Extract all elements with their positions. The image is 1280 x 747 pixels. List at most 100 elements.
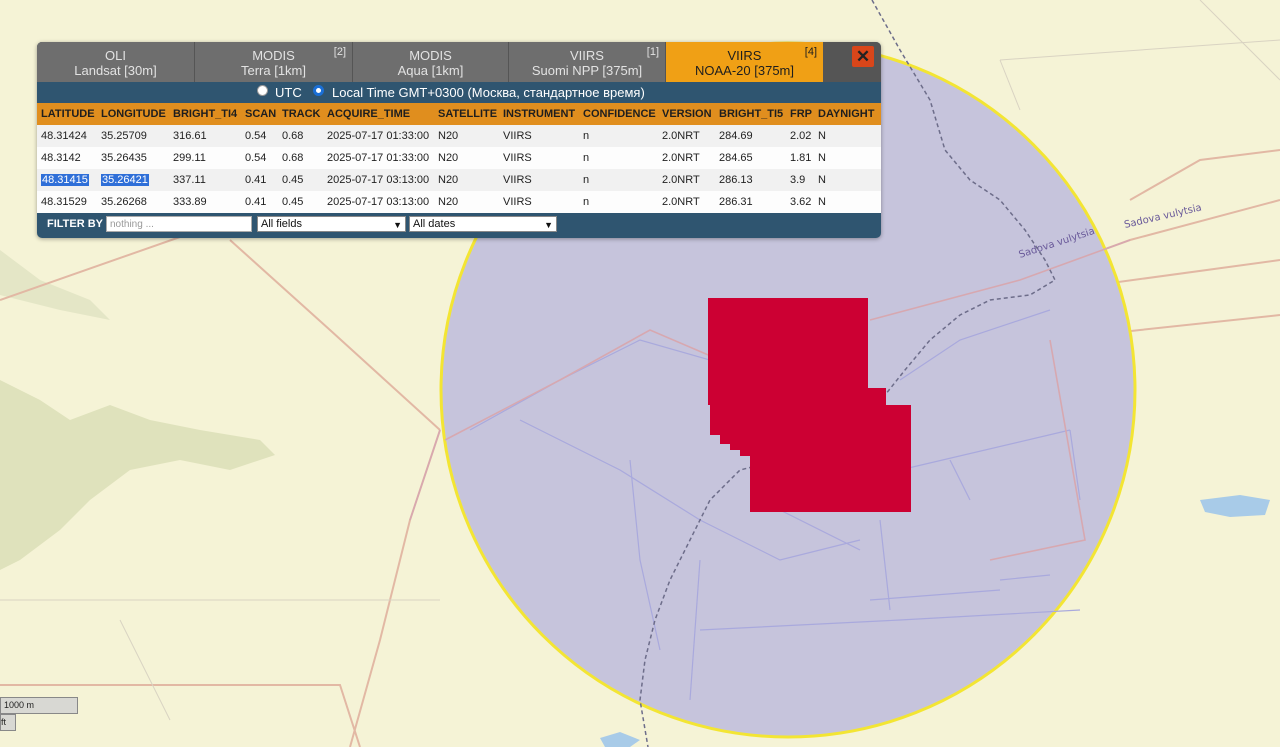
table-cell: N20 — [434, 125, 499, 147]
table-cell: 3.9 — [786, 169, 814, 191]
table-cell: N20 — [434, 147, 499, 169]
column-header[interactable]: ACQUIRE_TIME — [323, 103, 434, 125]
table-cell: 0.54 — [241, 125, 278, 147]
date-select-value: All dates — [413, 218, 456, 230]
close-button[interactable]: ✕ — [852, 46, 874, 67]
tab-viirs-noaa-20[interactable]: VIIRS NOAA-20 [375m] [4] — [666, 42, 824, 82]
table-cell: 316.61 — [169, 125, 241, 147]
tab-subtitle: Landsat [30m] — [74, 63, 157, 78]
tab-modis-terra[interactable]: MODIS Terra [1km] [2] — [195, 42, 353, 82]
table-cell: 48.31529 — [37, 191, 97, 213]
table-row[interactable]: 48.31424 35.25709 316.61 0.54 0.68 2025-… — [37, 125, 881, 147]
table-cell: 2025-07-17 03:13:00 — [323, 169, 434, 191]
table-cell: VIIRS — [499, 125, 579, 147]
table-cell: 0.45 — [278, 169, 323, 191]
table-cell: 333.89 — [169, 191, 241, 213]
table-cell: N20 — [434, 169, 499, 191]
table-cell: 337.11 — [169, 169, 241, 191]
table-cell: 2.0NRT — [658, 191, 715, 213]
table-cell: 2.0NRT — [658, 125, 715, 147]
table-cell: 35.25709 — [97, 125, 169, 147]
table-cell: 0.54 — [241, 147, 278, 169]
tab-modis-aqua[interactable]: MODIS Aqua [1km] — [353, 42, 509, 82]
table-cell: n — [579, 125, 658, 147]
table-cell: 0.41 — [241, 191, 278, 213]
column-header[interactable]: DAYNIGHT — [814, 103, 881, 125]
column-header[interactable]: SATELLITE — [434, 103, 499, 125]
date-select[interactable]: All dates ▼ — [409, 216, 557, 232]
field-select-value: All fields — [261, 218, 302, 230]
table-cell: 0.68 — [278, 147, 323, 169]
table-cell: 2.02 — [786, 125, 814, 147]
table-header-row: LATITUDE LONGITUDE BRIGHT_TI4 SCAN TRACK… — [37, 103, 881, 125]
tab-subtitle: Terra [1km] — [240, 63, 306, 78]
column-header[interactable]: FRP — [786, 103, 814, 125]
table-cell: 2025-07-17 03:13:00 — [323, 191, 434, 213]
table-cell: 1.81 — [786, 147, 814, 169]
selected-text: 35.26421 — [101, 174, 149, 186]
table-cell-selected: 35.26421 — [97, 169, 169, 191]
table-cell: 48.31424 — [37, 125, 97, 147]
column-header[interactable]: BRIGHT_TI4 — [169, 103, 241, 125]
table-row-highlighted[interactable]: 48.31415 35.26421 337.11 0.41 0.45 2025-… — [37, 169, 881, 191]
tab-viirs-suomi-npp[interactable]: VIIRS Suomi NPP [375m] [1] — [509, 42, 666, 82]
utc-radio[interactable] — [257, 85, 268, 96]
column-header[interactable]: CONFIDENCE — [579, 103, 658, 125]
table-cell: VIIRS — [499, 191, 579, 213]
table-cell: 35.26268 — [97, 191, 169, 213]
scale-label-imperial: ft — [1, 717, 7, 727]
table-cell: 2025-07-17 01:33:00 — [323, 147, 434, 169]
table-cell: n — [579, 169, 658, 191]
table-cell: N — [814, 147, 881, 169]
fire-data-table: LATITUDE LONGITUDE BRIGHT_TI4 SCAN TRACK… — [37, 103, 881, 213]
fire-pixel — [750, 405, 911, 512]
filter-input[interactable] — [106, 216, 252, 232]
table-row[interactable]: 48.31529 35.26268 333.89 0.41 0.45 2025-… — [37, 191, 881, 213]
table-cell: n — [579, 191, 658, 213]
table-cell: VIIRS — [499, 147, 579, 169]
table-cell: 286.13 — [715, 169, 786, 191]
table-row[interactable]: 48.3142 35.26435 299.11 0.54 0.68 2025-0… — [37, 147, 881, 169]
chevron-down-icon: ▼ — [544, 220, 553, 230]
tab-title: VIIRS — [727, 48, 762, 63]
table-cell: 286.31 — [715, 191, 786, 213]
column-header[interactable]: SCAN — [241, 103, 278, 125]
fire-pixel — [740, 430, 760, 456]
table-cell: 0.45 — [278, 191, 323, 213]
tab-subtitle: NOAA-20 [375m] — [695, 63, 794, 78]
fire-info-popup: OLI Landsat [30m] MODIS Terra [1km] [2] … — [37, 42, 881, 238]
table-cell: n — [579, 147, 658, 169]
utc-label: UTC — [275, 85, 302, 100]
column-header[interactable]: VERSION — [658, 103, 715, 125]
field-select[interactable]: All fields ▼ — [257, 216, 406, 232]
scale-label: 1000 m — [4, 700, 35, 710]
table-cell: N — [814, 125, 881, 147]
table-cell: VIIRS — [499, 169, 579, 191]
close-icon: ✕ — [855, 47, 871, 66]
tab-title: MODIS — [409, 48, 452, 63]
column-header[interactable]: BRIGHT_TI5 — [715, 103, 786, 125]
scale-bar-imperial: ft — [0, 714, 16, 731]
selected-text: 48.31415 — [41, 174, 89, 186]
table-cell: 299.11 — [169, 147, 241, 169]
table-cell: 284.69 — [715, 125, 786, 147]
table-cell: 3.62 — [786, 191, 814, 213]
tab-oli-landsat[interactable]: OLI Landsat [30m] — [37, 42, 195, 82]
local-time-radio[interactable] — [313, 85, 324, 96]
table-cell: 35.26435 — [97, 147, 169, 169]
filter-label: FILTER BY — [47, 218, 104, 230]
column-header[interactable]: INSTRUMENT — [499, 103, 579, 125]
table-cell: N — [814, 191, 881, 213]
tab-count: [4] — [804, 46, 817, 58]
chevron-down-icon: ▼ — [393, 220, 402, 230]
column-header[interactable]: TRACK — [278, 103, 323, 125]
column-header[interactable]: LONGITUDE — [97, 103, 169, 125]
table-cell: 2.0NRT — [658, 147, 715, 169]
table-cell: 2.0NRT — [658, 169, 715, 191]
table-cell: 0.68 — [278, 125, 323, 147]
column-header[interactable]: LATITUDE — [37, 103, 97, 125]
time-zone-selector: UTC Local Time GMT+0300 (Москва, стандар… — [37, 82, 881, 103]
tab-count: [2] — [333, 46, 346, 58]
scale-bar: 1000 m — [0, 697, 78, 714]
table-cell: 284.65 — [715, 147, 786, 169]
